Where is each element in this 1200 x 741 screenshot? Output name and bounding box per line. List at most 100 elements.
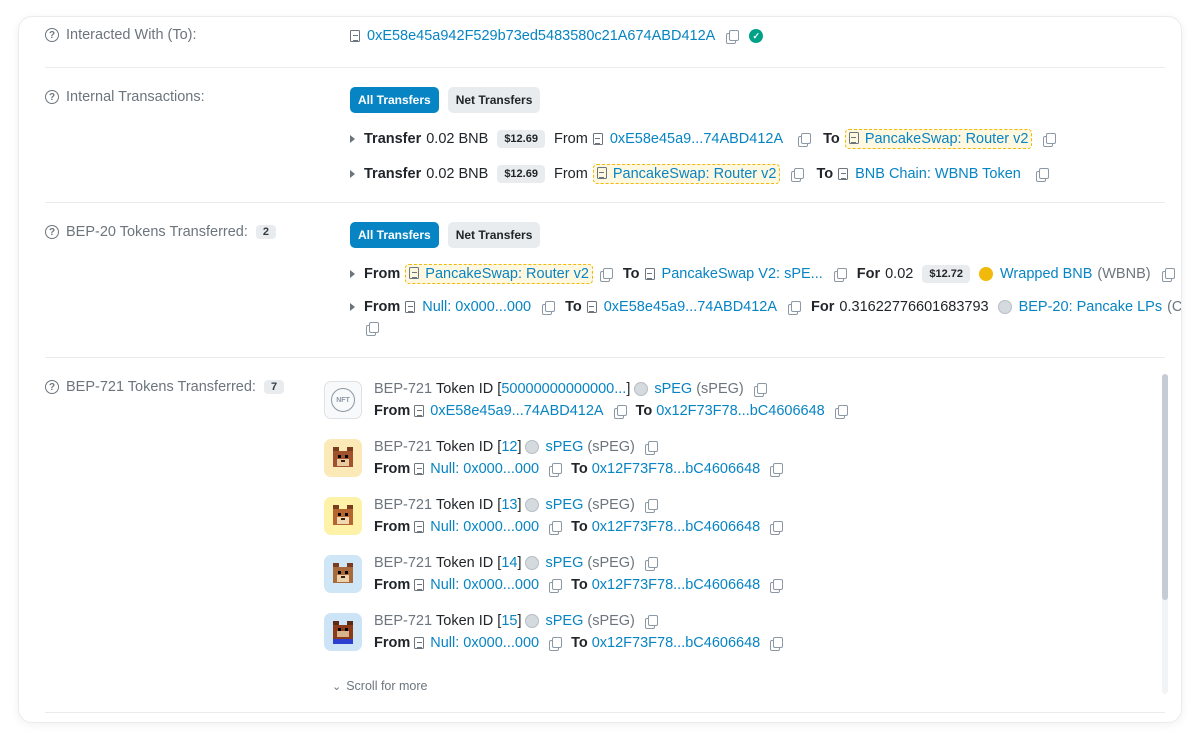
copy-icon[interactable]: [644, 614, 658, 629]
copy-icon[interactable]: [770, 520, 784, 535]
bep20-label: ? BEP-20 Tokens Transferred: 2: [45, 224, 277, 240]
collection-link[interactable]: sPEG: [545, 613, 583, 629]
nft-placeholder-thumb[interactable]: NFT: [324, 381, 362, 419]
token-id-link[interactable]: 14: [501, 555, 517, 571]
scroll-for-more[interactable]: ⌄ Scroll for more: [332, 679, 428, 693]
copy-icon[interactable]: [833, 267, 847, 282]
copy-icon[interactable]: [644, 556, 658, 571]
from-address-link[interactable]: Null: 0x000...000: [422, 299, 531, 315]
to-address-link[interactable]: 0x12F73F78...bC4606648: [592, 461, 761, 477]
from-address-link[interactable]: Null: 0x000...000: [430, 461, 539, 477]
to-address-link[interactable]: BNB Chain: WBNB Token: [855, 166, 1021, 182]
all-transfers-button[interactable]: All Transfers: [350, 222, 439, 248]
token-id-link[interactable]: 50000000000000...: [501, 381, 626, 397]
copy-icon[interactable]: [613, 404, 627, 419]
copy-icon[interactable]: [770, 636, 784, 651]
token-link[interactable]: BEP-20: Pancake LPs: [1019, 299, 1162, 315]
to-address-link[interactable]: PancakeSwap: Router v2: [865, 131, 1029, 147]
copy-icon[interactable]: [753, 382, 767, 397]
copy-icon[interactable]: [791, 167, 805, 182]
from-address-link[interactable]: PancakeSwap: Router v2: [425, 266, 589, 282]
token-id-link[interactable]: 15: [501, 613, 517, 629]
collection-link[interactable]: sPEG: [545, 439, 583, 455]
expand-caret-icon[interactable]: [350, 303, 355, 311]
help-icon[interactable]: ?: [45, 28, 59, 42]
contract-icon: [848, 132, 859, 144]
from-address-link[interactable]: PancakeSwap: Router v2: [613, 166, 777, 182]
copy-icon[interactable]: [770, 578, 784, 593]
help-icon[interactable]: ?: [45, 380, 59, 394]
from-address-link[interactable]: Null: 0x000...000: [430, 635, 539, 651]
wrapped-copy: [366, 322, 379, 336]
collection-link[interactable]: sPEG: [545, 497, 583, 513]
from-address-link[interactable]: Null: 0x000...000: [430, 577, 539, 593]
all-transfers-button[interactable]: All Transfers: [350, 87, 439, 113]
collection-link[interactable]: sPEG: [654, 381, 692, 397]
help-icon[interactable]: ?: [45, 90, 59, 104]
copy-icon[interactable]: [549, 520, 563, 535]
from-address-link[interactable]: 0xE58e45a9...74ABD412A: [430, 403, 603, 419]
token-id-link[interactable]: 12: [501, 439, 517, 455]
to-label: To: [571, 635, 588, 651]
contract-icon: [414, 405, 425, 417]
nft-thumbnail[interactable]: [324, 497, 362, 535]
nft-transfer-item: BEP-721 Token ID [15] sPEG (sPEG) From Nu…: [324, 613, 784, 651]
copy-icon[interactable]: [834, 404, 848, 419]
copy-icon[interactable]: [542, 300, 556, 315]
bep20-row: ? BEP-20 Tokens Transferred: 2 All Trans…: [45, 222, 1181, 349]
from-label: From: [374, 461, 411, 477]
to-address-link[interactable]: 0x12F73F78...bC4606648: [592, 635, 761, 651]
copy-icon[interactable]: [549, 462, 563, 477]
copy-icon[interactable]: [1035, 167, 1049, 182]
for-label: For: [811, 299, 835, 315]
nft-thumbnail[interactable]: [324, 555, 362, 593]
copy-icon[interactable]: [549, 578, 563, 593]
token-id-label: Token ID: [436, 613, 494, 629]
to-address-highlight: PancakeSwap: Router v2: [844, 129, 1033, 149]
to-address-link[interactable]: 0x12F73F78...bC4606648: [592, 519, 761, 535]
to-address-link[interactable]: PancakeSwap V2: sPE...: [662, 266, 823, 282]
net-transfers-button[interactable]: Net Transfers: [447, 87, 541, 113]
copy-icon[interactable]: [798, 132, 812, 147]
copy-icon[interactable]: [549, 636, 563, 651]
copy-icon[interactable]: [770, 462, 784, 477]
list-fade-overlay: [324, 665, 1154, 681]
copy-icon[interactable]: [644, 440, 658, 455]
expand-caret-icon[interactable]: [350, 135, 355, 143]
collection-link[interactable]: sPEG: [545, 555, 583, 571]
nft-thumbnail[interactable]: [324, 613, 362, 651]
token-standard: BEP-721: [374, 555, 433, 571]
from-address-link[interactable]: 0xE58e45a9...74ABD412A: [610, 131, 783, 147]
to-address-link[interactable]: 0xE58e45a9...74ABD412A: [604, 299, 777, 315]
copy-icon[interactable]: [1043, 132, 1057, 147]
usd-value-badge: $12.72: [922, 265, 970, 283]
token-id-label: Token ID: [436, 439, 494, 455]
copy-icon[interactable]: [1161, 267, 1175, 282]
copy-icon[interactable]: [726, 29, 740, 44]
copy-icon[interactable]: [788, 300, 802, 315]
copy-icon[interactable]: [366, 322, 379, 336]
interacted-label-text: Interacted With (To):: [66, 27, 197, 43]
to-label: To: [571, 519, 588, 535]
from-address-link[interactable]: Null: 0x000...000: [430, 519, 539, 535]
contract-icon: [409, 267, 420, 279]
speg-collection-icon: [525, 556, 540, 570]
help-icon[interactable]: ?: [45, 225, 59, 239]
expand-caret-icon[interactable]: [350, 270, 355, 278]
from-label: From: [364, 299, 401, 315]
to-address-link[interactable]: 0x12F73F78...bC4606648: [592, 577, 761, 593]
internal-label: ? Internal Transactions:: [45, 89, 205, 105]
nft-thumbnail[interactable]: [324, 439, 362, 477]
net-transfers-button[interactable]: Net Transfers: [447, 222, 541, 248]
expand-caret-icon[interactable]: [350, 170, 355, 178]
usd-value-badge: $12.69: [497, 130, 545, 148]
scrollbar-thumb[interactable]: [1162, 374, 1168, 600]
to-address-link[interactable]: 0x12F73F78...bC4606648: [656, 403, 825, 419]
copy-icon[interactable]: [599, 267, 613, 282]
token-id-link[interactable]: 13: [501, 497, 517, 513]
interacted-address-link[interactable]: 0xE58e45a942F529b73ed5483580c21A674ABD41…: [367, 28, 715, 44]
to-label: To: [622, 266, 640, 282]
token-amount: 0.31622776601683793: [839, 299, 989, 315]
copy-icon[interactable]: [644, 498, 658, 513]
token-link[interactable]: Wrapped BNB: [1000, 266, 1092, 282]
